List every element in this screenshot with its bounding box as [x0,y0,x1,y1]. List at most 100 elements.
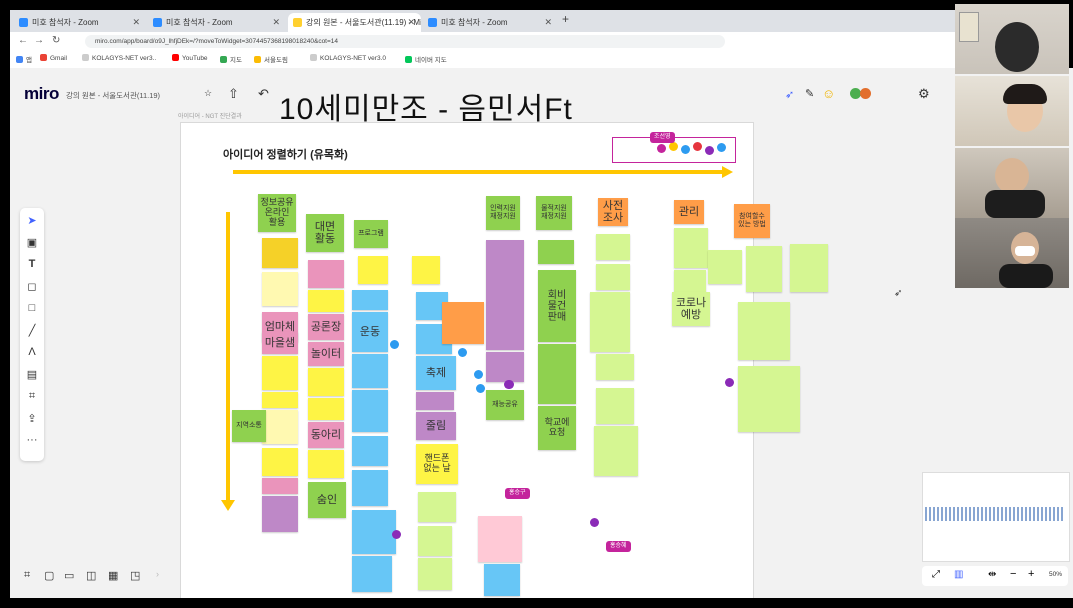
sticky-note[interactable]: 공론장 [308,314,344,340]
video-tile[interactable] [955,76,1069,146]
sticky-note[interactable] [738,366,800,432]
sticky-note[interactable] [262,448,298,476]
sticky-note[interactable] [596,234,630,260]
sticky-note[interactable] [412,256,440,284]
sticky-note[interactable]: 프로그램 [354,220,388,248]
reaction-icon[interactable]: ✎ [805,87,814,100]
sticky-note[interactable] [262,496,298,532]
sticky-note[interactable] [442,302,484,344]
sticky-note[interactable] [352,510,396,554]
vertical-arrow[interactable] [226,212,230,502]
sticky-note[interactable]: 참여할수 있는 방법 [734,204,770,238]
settings-icon[interactable]: ⚙ [918,86,930,102]
crop-icon[interactable]: ⌗ [20,390,44,403]
sticky-note[interactable]: 대면 활동 [306,214,344,252]
sticky-note-icon[interactable]: ◻ [20,280,44,293]
sticky-note[interactable] [790,244,828,292]
sticky-note[interactable] [262,410,298,444]
comments-icon[interactable]: ▢ [44,569,54,582]
sticky-note[interactable] [590,292,630,352]
video-tile[interactable] [955,148,1069,218]
chat-icon[interactable]: ▭ [64,569,74,582]
bookmark-kolagys-2[interactable]: KOLAGYS-NET ver3.0 [310,54,386,62]
expand-icon[interactable]: ◳ [130,569,140,582]
comment-icon[interactable]: ▤ [20,368,44,381]
reload-icon[interactable]: ↻ [52,35,60,46]
close-tab-icon[interactable]: ✕ [272,13,280,32]
upload-icon[interactable]: ⇪ [20,412,44,425]
close-tab-icon[interactable]: ✕ [407,13,415,32]
sticky-note[interactable]: 정보공유 온라인 활용 [258,194,296,232]
text-icon[interactable]: T [20,258,44,270]
zoom-level[interactable]: 50% [1049,571,1062,578]
close-tab-icon[interactable]: ✕ [544,13,552,32]
select-icon[interactable]: ➤ [20,214,44,227]
sticky-note[interactable] [596,264,630,290]
sticky-note[interactable]: 핸드폰 없는 날 [416,444,458,484]
sticky-note[interactable]: 인력지원 재정지원 [486,196,520,230]
cursor-icon[interactable]: ➶ [785,88,794,101]
sticky-note[interactable]: 학교에 요청 [538,406,576,450]
bookmark-maps[interactable]: 지도 [220,54,242,64]
forward-icon[interactable]: → [34,35,44,46]
bookmark-naver-map[interactable]: 네이버 지도 [405,54,447,64]
sticky-note[interactable] [674,270,706,294]
tab-zoom-3[interactable]: 미호 참석자 - Zoom ✕ [423,13,558,32]
sticky-note[interactable]: 축제 [416,356,456,390]
sticky-note[interactable]: 재능공유 [486,390,524,420]
sticky-note[interactable]: 동아리 [308,422,344,448]
undo-icon[interactable]: ↶ [258,86,269,102]
sticky-note[interactable] [538,240,574,264]
close-tab-icon[interactable]: ✕ [132,13,140,32]
avatar[interactable] [860,88,871,99]
sticky-note[interactable]: 코로나 예방 [672,292,710,326]
emoji-icon[interactable]: ☺ [822,86,835,101]
new-tab-button[interactable]: + [562,12,569,26]
line-icon[interactable]: Λ [20,346,44,358]
sticky-note[interactable] [418,558,452,590]
sticky-note[interactable]: 운동 [352,312,388,352]
shape-icon[interactable]: □ [20,302,44,314]
sticky-note[interactable] [308,450,344,478]
sticky-note[interactable] [352,436,388,466]
bookmark-gmail[interactable]: Gmail [40,54,67,62]
bookmark-apps[interactable]: 앱 [16,54,32,64]
sticky-note[interactable] [486,352,524,382]
sticky-note[interactable] [418,492,456,522]
fit-icon[interactable]: ⇹ [988,569,996,580]
sticky-note[interactable] [486,240,524,350]
sticky-note[interactable] [358,256,388,284]
sticky-note[interactable] [262,392,298,408]
sticky-note[interactable]: 지역소통 [232,410,266,442]
board-name[interactable]: 강의 원본 - 서울도서관(11.19) [66,90,160,101]
star-icon[interactable]: ☆ [204,88,212,99]
sticky-note[interactable] [308,398,344,420]
sticky-note[interactable] [708,250,742,284]
sticky-note[interactable] [262,478,298,494]
miro-logo[interactable]: miro [24,84,59,104]
zoom-in-icon[interactable]: + [1028,568,1034,580]
video-tile[interactable] [955,4,1069,74]
sticky-note[interactable]: 사전 조사 [598,198,628,226]
sticky-note[interactable] [738,302,790,360]
cards-icon[interactable]: ◫ [86,569,96,582]
sticky-note[interactable] [418,526,452,556]
sticky-note[interactable] [308,290,344,312]
sticky-note[interactable] [262,272,298,306]
tab-miro[interactable]: 강의 원본 - 서울도서관(11.19) - Miro ✕ [288,13,421,32]
sticky-note[interactable] [352,354,388,388]
zoom-out-icon[interactable]: − [1010,568,1016,580]
sticky-note[interactable] [262,356,298,390]
sticky-note[interactable] [594,426,638,476]
bookmark-youtube[interactable]: YouTube [172,54,208,62]
horizontal-arrow[interactable] [233,170,725,174]
video-tile[interactable] [955,218,1069,288]
sticky-note[interactable] [674,228,708,268]
sticky-note[interactable] [352,390,388,432]
sticky-note[interactable] [596,354,634,380]
sticky-note[interactable] [262,238,298,268]
section-title[interactable]: 아이디어 정렬하기 (유목화) [223,146,348,162]
sticky-note[interactable] [478,516,522,562]
sticky-note[interactable] [352,290,388,310]
back-icon[interactable]: ← [18,35,28,46]
